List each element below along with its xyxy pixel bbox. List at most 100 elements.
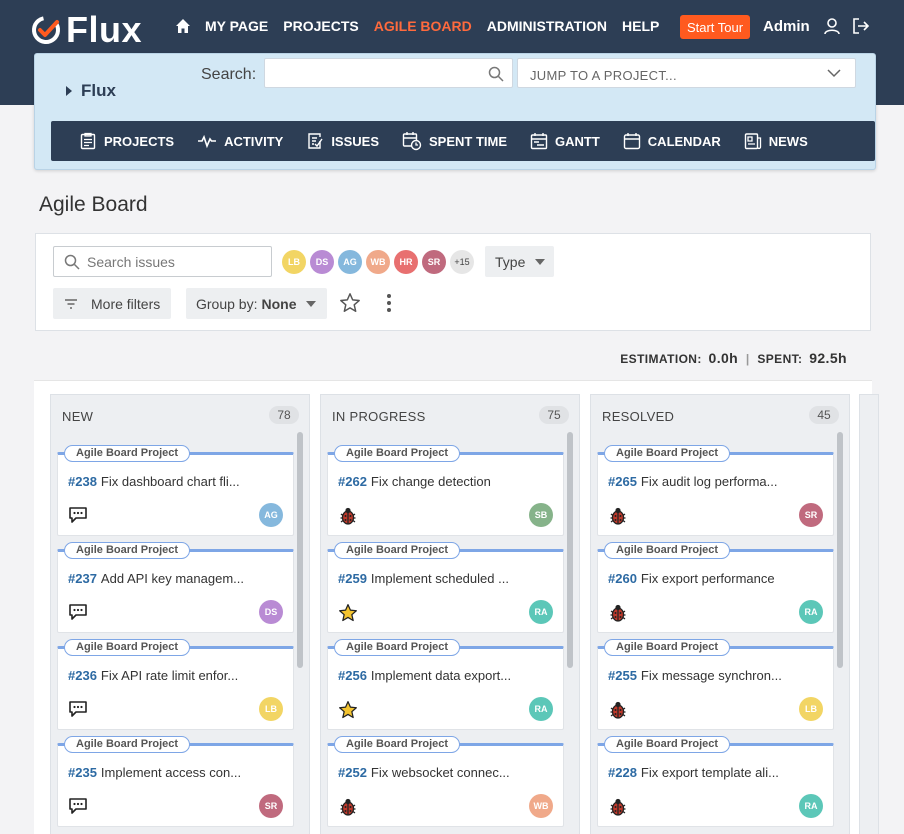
assignee-avatar[interactable]: AG	[259, 503, 283, 527]
issue-title[interactable]: #235 Implement access con...	[68, 765, 283, 780]
issue-card[interactable]: Agile Board Project #237 Add API key manag…	[57, 542, 294, 633]
assignee-avatar[interactable]: DS	[259, 600, 283, 624]
avatar[interactable]: AG	[338, 250, 362, 274]
more-options-icon[interactable]	[386, 293, 392, 313]
project-tag[interactable]: Agile Board Project	[604, 445, 731, 462]
assignee-avatar[interactable]: RA	[799, 794, 823, 818]
user-name[interactable]: Admin	[763, 18, 810, 35]
nav-projects[interactable]: PROJECTS	[283, 18, 358, 34]
group-by-select[interactable]: Group by: None	[186, 288, 327, 319]
project-tag[interactable]: Agile Board Project	[604, 736, 731, 753]
user-icon[interactable]	[823, 17, 841, 40]
issue-id[interactable]: #256	[338, 668, 367, 683]
assignee-avatar[interactable]: WB	[529, 794, 553, 818]
column-scrollbar[interactable]	[567, 432, 573, 668]
project-tag[interactable]: Agile Board Project	[64, 445, 191, 462]
issue-id[interactable]: #259	[338, 571, 367, 586]
issue-card[interactable]: Agile Board Project #252 Fix websocket con…	[327, 736, 564, 827]
issue-card[interactable]: Agile Board Project #260 Fix export perfor…	[597, 542, 834, 633]
logout-icon[interactable]	[852, 17, 870, 40]
menu-activity[interactable]: ACTIVITY	[197, 132, 283, 150]
project-tag[interactable]: Agile Board Project	[64, 736, 191, 753]
issue-title[interactable]: #260 Fix export performance	[608, 571, 823, 586]
assignee-avatar[interactable]: RA	[799, 600, 823, 624]
issue-id[interactable]: #237	[68, 571, 97, 586]
issue-card[interactable]: Agile Board Project #228 Fix export templa…	[597, 736, 834, 827]
issue-id[interactable]: #228	[608, 765, 637, 780]
nav-agile-board[interactable]: AGILE BOARD	[374, 18, 472, 34]
issue-id[interactable]: #236	[68, 668, 97, 683]
project-tag[interactable]: Agile Board Project	[604, 542, 731, 559]
project-tag[interactable]: Agile Board Project	[334, 445, 461, 462]
nav-my-page[interactable]: MY PAGE	[205, 18, 268, 34]
menu-news[interactable]: NEWS	[744, 132, 808, 150]
more-filters-button[interactable]: More filters	[53, 288, 171, 319]
menu-gantt[interactable]: GANTT	[530, 132, 600, 150]
issue-card[interactable]: Agile Board Project #255 Fix message synch…	[597, 639, 834, 730]
issue-title[interactable]: #237 Add API key managem...	[68, 571, 283, 586]
search-icon[interactable]	[488, 66, 504, 82]
issue-id[interactable]: #260	[608, 571, 637, 586]
project-search-input[interactable]	[264, 58, 513, 88]
avatar[interactable]: WB	[366, 250, 390, 274]
issue-id[interactable]: #238	[68, 474, 97, 489]
project-tag[interactable]: Agile Board Project	[334, 542, 461, 559]
issue-title[interactable]: #236 Fix API rate limit enfor...	[68, 668, 283, 683]
column-scrollbar[interactable]	[297, 432, 303, 668]
issue-title[interactable]: #256 Implement data export...	[338, 668, 553, 683]
issue-card[interactable]: Agile Board Project #236 Fix API rate limi…	[57, 639, 294, 730]
issue-card[interactable]: Agile Board Project #262 Fix change detect…	[327, 445, 564, 536]
issue-card[interactable]: Agile Board Project #259 Implement schedul…	[327, 542, 564, 633]
assignee-avatar[interactable]: SR	[259, 794, 283, 818]
type-filter-button[interactable]: Type	[485, 246, 554, 277]
project-tag[interactable]: Agile Board Project	[334, 736, 461, 753]
avatar[interactable]: DS	[310, 250, 334, 274]
issue-title[interactable]: #255 Fix message synchron...	[608, 668, 823, 683]
assignee-avatar[interactable]: RA	[529, 697, 553, 721]
menu-spent-time[interactable]: SPENT TIME	[402, 131, 507, 151]
nav-administration[interactable]: ADMINISTRATION	[487, 18, 607, 34]
assignee-avatar[interactable]: SR	[799, 503, 823, 527]
menu-calendar[interactable]: CALENDAR	[623, 132, 721, 150]
issue-title[interactable]: #228 Fix export template ali...	[608, 765, 823, 780]
assignee-avatar[interactable]: LB	[259, 697, 283, 721]
issue-id[interactable]: #262	[338, 474, 367, 489]
project-tag[interactable]: Agile Board Project	[64, 542, 191, 559]
issue-title[interactable]: #238 Fix dashboard chart fli...	[68, 474, 283, 489]
jump-to-project-select[interactable]: JUMP TO A PROJECT...	[517, 58, 856, 88]
nav-help[interactable]: HELP	[622, 18, 659, 34]
issue-id[interactable]: #265	[608, 474, 637, 489]
assignee-avatar[interactable]: RA	[529, 600, 553, 624]
assignee-avatar[interactable]: LB	[799, 697, 823, 721]
menu-issues[interactable]: ISSUES	[306, 132, 379, 150]
issue-title[interactable]: #259 Implement scheduled ...	[338, 571, 553, 586]
avatar[interactable]: HR	[394, 250, 418, 274]
issue-id[interactable]: #255	[608, 668, 637, 683]
flux-logo[interactable]: Flux	[30, 9, 142, 51]
issue-card[interactable]: Agile Board Project #265 Fix audit log per…	[597, 445, 834, 536]
column-scrollbar[interactable]	[837, 432, 843, 668]
issue-card[interactable]: Agile Board Project #256 Implement data ex…	[327, 639, 564, 730]
avatar[interactable]: LB	[282, 250, 306, 274]
issue-id[interactable]: #235	[68, 765, 97, 780]
home-icon[interactable]	[175, 18, 191, 34]
favorite-star-icon[interactable]	[339, 292, 361, 314]
issue-card[interactable]: Agile Board Project #238 Fix dashboard cha…	[57, 445, 294, 536]
project-name: Flux	[81, 81, 116, 100]
issue-title[interactable]: #252 Fix websocket connec...	[338, 765, 553, 780]
project-tag[interactable]: Agile Board Project	[604, 639, 731, 656]
menu-projects[interactable]: PROJECTS	[79, 132, 174, 150]
avatar[interactable]: SR	[422, 250, 446, 274]
issue-title[interactable]: #265 Fix audit log performa...	[608, 474, 823, 489]
project-tag[interactable]: Agile Board Project	[334, 639, 461, 656]
assignee-avatar[interactable]: SB	[529, 503, 553, 527]
issue-card[interactable]: Agile Board Project #235 Implement access …	[57, 736, 294, 827]
issue-title[interactable]: #262 Fix change detection	[338, 474, 553, 489]
more-avatars-badge[interactable]: +15	[450, 250, 474, 274]
project-tag[interactable]: Agile Board Project	[64, 639, 191, 656]
start-tour-button[interactable]: Start Tour	[680, 15, 750, 39]
issue-search-input[interactable]: Search issues	[53, 246, 272, 277]
issue-id[interactable]: #252	[338, 765, 367, 780]
project-title[interactable]: Flux	[65, 81, 116, 101]
page-title: Agile Board	[39, 193, 148, 216]
